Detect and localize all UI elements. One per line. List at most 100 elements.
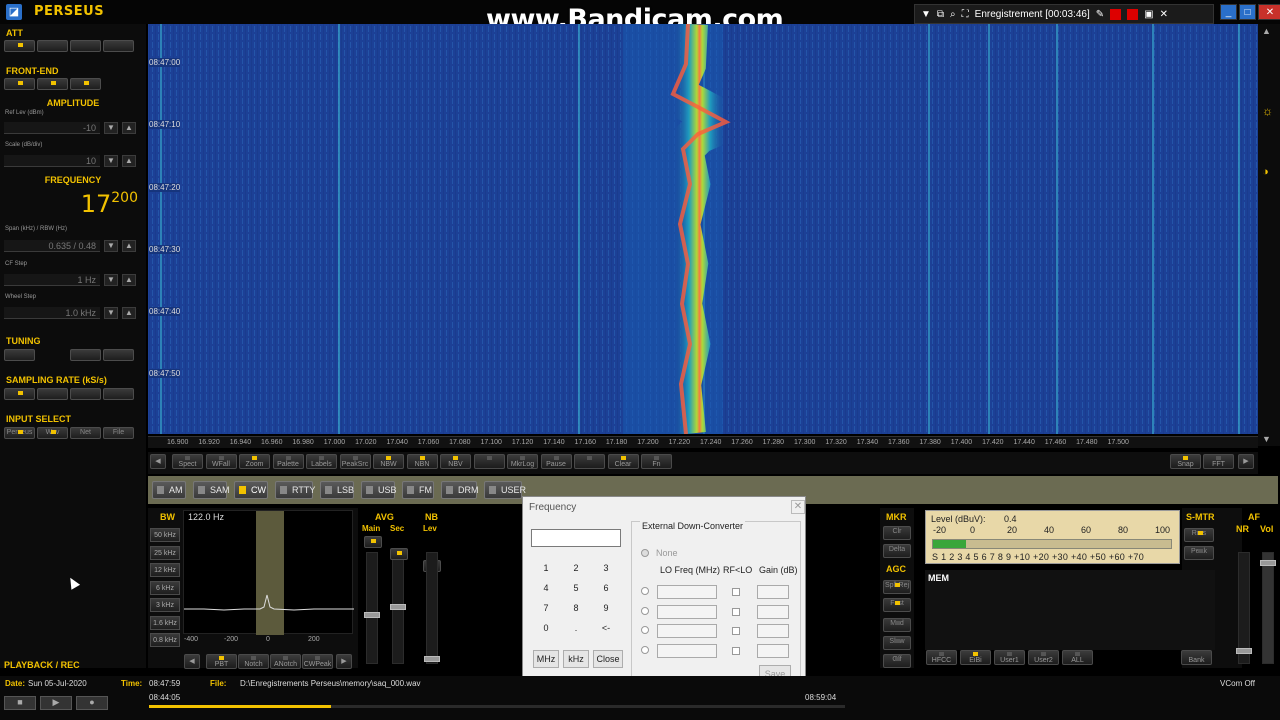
- rf-lo-checkbox[interactable]: [732, 646, 740, 655]
- edc-row-radio[interactable]: [641, 606, 649, 615]
- keypad-key[interactable]: 3: [594, 560, 618, 576]
- window-icon[interactable]: ⧉: [937, 9, 944, 20]
- mode-button-fm[interactable]: FM: [402, 481, 434, 499]
- rms-button[interactable]: Rms: [1184, 528, 1214, 542]
- bw-bottom-button[interactable]: CWPeak: [302, 654, 333, 669]
- bw-button[interactable]: 1.6 kHz: [150, 615, 180, 630]
- tuning-button-2[interactable]: [70, 349, 101, 361]
- toolbar-button[interactable]: PeakSrc: [339, 454, 371, 469]
- lo-freq-input[interactable]: [657, 604, 717, 619]
- nb-slider[interactable]: [426, 552, 438, 664]
- scroll-left-icon[interactable]: ◀: [150, 454, 166, 469]
- bw-button[interactable]: 6 kHz: [150, 580, 180, 595]
- gain-input[interactable]: [757, 604, 789, 619]
- tuning-button-3[interactable]: [103, 349, 134, 361]
- input-wav-button[interactable]: Wav: [37, 427, 68, 439]
- keypad-key[interactable]: 5: [564, 580, 588, 596]
- avg-sec-button[interactable]: [390, 548, 408, 560]
- lo-freq-input[interactable]: [657, 643, 717, 658]
- camera-icon[interactable]: ▣: [1144, 9, 1153, 20]
- tuning-button-1[interactable]: [4, 349, 35, 361]
- att-button-3[interactable]: [70, 40, 101, 52]
- mem-button[interactable]: HFCC: [926, 650, 957, 665]
- bw-bottom-button[interactable]: Notch: [238, 654, 269, 669]
- vol-thumb[interactable]: [1260, 560, 1276, 566]
- gain-input[interactable]: [757, 585, 789, 599]
- bw-bottom-button[interactable]: ANotch: [270, 654, 301, 669]
- cfstep-up-icon[interactable]: ▲: [122, 274, 136, 286]
- sampling-button-2[interactable]: [37, 388, 68, 400]
- keypad-key[interactable]: .: [564, 620, 588, 636]
- keypad-key[interactable]: <-: [594, 620, 618, 636]
- pbt-right-icon[interactable]: ▶: [336, 654, 352, 669]
- ref-up-icon[interactable]: ▲: [122, 122, 136, 134]
- mode-button-lsb[interactable]: LSB: [320, 481, 354, 499]
- cfstep-down-icon[interactable]: ▼: [104, 274, 118, 286]
- gain-input[interactable]: [757, 643, 789, 658]
- att-button-4[interactable]: [103, 40, 134, 52]
- toolbar-button[interactable]: Pause: [540, 454, 572, 469]
- search-icon[interactable]: ⌕: [950, 9, 956, 20]
- close-window-icon[interactable]: ✕: [1258, 4, 1280, 20]
- bw-button[interactable]: 0.8 kHz: [150, 633, 180, 647]
- edc-row-radio[interactable]: [641, 626, 649, 634]
- keypad-key[interactable]: 2: [564, 560, 588, 576]
- play-button[interactable]: ▶: [40, 696, 72, 710]
- scroll-down-icon[interactable]: ▼: [1262, 434, 1271, 444]
- toolbar-button[interactable]: Zoom: [239, 454, 270, 469]
- ref-down-icon[interactable]: ▼: [104, 122, 118, 134]
- toolbar-button[interactable]: Labels: [306, 454, 337, 469]
- toolbar-button[interactable]: [473, 454, 505, 469]
- record-button[interactable]: ●: [76, 696, 108, 710]
- close-button[interactable]: Close: [593, 650, 623, 668]
- edc-row-radio[interactable]: [641, 645, 649, 654]
- toolbar-button[interactable]: WFall: [205, 454, 237, 469]
- pbt-left-icon[interactable]: ◀: [184, 654, 200, 669]
- scroll-up-icon[interactable]: ▲: [1262, 26, 1271, 36]
- scale-down-icon[interactable]: ▼: [104, 155, 118, 167]
- scale-field[interactable]: 10: [4, 155, 100, 167]
- keypad-key[interactable]: 6: [594, 580, 618, 596]
- toolbar-button[interactable]: MkrLog: [507, 454, 538, 469]
- vol-slider[interactable]: [1262, 552, 1274, 664]
- mem-button[interactable]: EiBi: [960, 650, 991, 665]
- bw-button[interactable]: 3 kHz: [150, 598, 180, 612]
- dropdown-icon[interactable]: ▼: [921, 9, 931, 20]
- toolbar-button[interactable]: NBV: [440, 454, 471, 469]
- bandwidth-spectrum[interactable]: [183, 510, 354, 635]
- agc-off-button[interactable]: Off: [883, 654, 911, 668]
- edc-none-radio[interactable]: [641, 549, 649, 557]
- frequency-display[interactable]: 17200: [40, 190, 138, 218]
- frontend-button-1[interactable]: [4, 78, 35, 90]
- rf-lo-checkbox[interactable]: [732, 607, 740, 616]
- avg-main-thumb[interactable]: [364, 612, 380, 618]
- keypad-key[interactable]: 9: [594, 600, 618, 616]
- peak-button[interactable]: Peak: [1184, 546, 1214, 560]
- brightness-icon[interactable]: ☼: [1262, 104, 1273, 118]
- rf-lo-checkbox[interactable]: [732, 588, 740, 596]
- keypad-key[interactable]: 1: [534, 560, 558, 576]
- input-perseus-button[interactable]: Perseus: [4, 427, 35, 439]
- bw-button[interactable]: 12 kHz: [150, 563, 180, 577]
- pen-icon[interactable]: ✎: [1096, 9, 1104, 20]
- input-file-button[interactable]: File: [103, 427, 134, 439]
- scroll-right-icon[interactable]: ▶: [1238, 454, 1254, 469]
- bw-button[interactable]: 25 kHz: [150, 545, 180, 560]
- mem-button[interactable]: ALL: [1062, 650, 1093, 665]
- edc-row-radio[interactable]: [641, 587, 649, 595]
- lo-freq-input[interactable]: [657, 585, 717, 599]
- mkr-clr-button[interactable]: Clr: [883, 526, 911, 540]
- nb-thumb[interactable]: [424, 656, 440, 662]
- rf-lo-checkbox[interactable]: [732, 627, 740, 635]
- keypad-key[interactable]: 0: [534, 620, 558, 636]
- memory-area[interactable]: MEM HFCC EiBi User1 User2 ALL Bank: [925, 570, 1215, 665]
- gain-input[interactable]: [757, 624, 789, 638]
- att-button-1[interactable]: [4, 40, 35, 52]
- toolbar-button[interactable]: Spect: [172, 454, 203, 469]
- keypad-key[interactable]: 7: [534, 600, 558, 616]
- span-down-icon[interactable]: ▼: [104, 240, 118, 252]
- toolbar-button[interactable]: NBW: [373, 454, 404, 469]
- cfstep-field[interactable]: 1 Hz: [4, 274, 100, 286]
- sampling-button-4[interactable]: [103, 388, 134, 400]
- sampling-button-1[interactable]: [4, 388, 35, 400]
